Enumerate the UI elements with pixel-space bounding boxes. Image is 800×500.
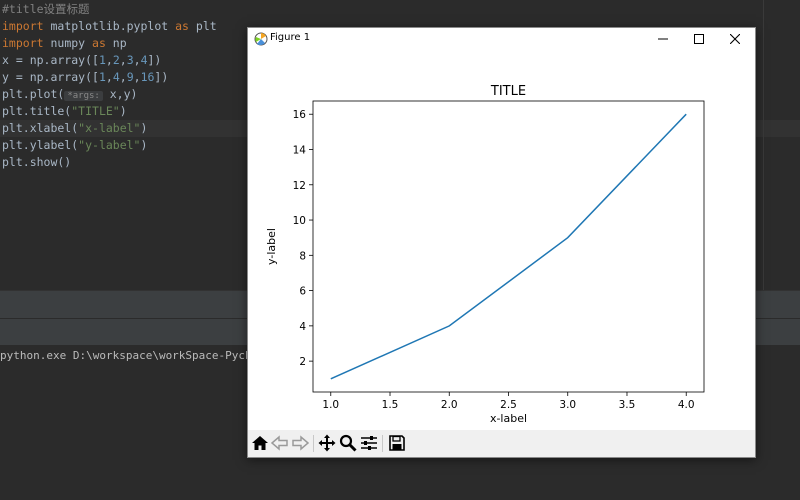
x-tick-label: 2.0 — [441, 399, 458, 411]
code-line-1[interactable]: #title设置标题 — [2, 1, 90, 18]
minimize-icon — [658, 38, 668, 40]
code-text: , — [119, 53, 127, 67]
x-tick-label: 4.0 — [678, 399, 695, 411]
chart-title: TITLE — [490, 84, 526, 99]
string-literal: "y-label" — [78, 138, 141, 152]
window-titlebar[interactable]: Figure 1 — [248, 28, 755, 50]
number: 1 — [98, 70, 106, 84]
toolbar-separator — [313, 435, 314, 452]
back-icon[interactable] — [271, 434, 289, 452]
y-tick-label: 14 — [293, 145, 307, 157]
code-text: , — [133, 70, 141, 84]
configure-icon[interactable] — [360, 434, 378, 452]
toolbar-separator — [382, 435, 383, 452]
code-line-7[interactable]: plt.title("TITLE") — [2, 103, 127, 120]
number: 1 — [98, 53, 106, 67]
string-literal: "x-label" — [78, 121, 141, 135]
console-output: python.exe D:\workspace\workSpace-Pycha — [0, 349, 259, 362]
keyword: as — [92, 36, 106, 50]
window-title: Figure 1 — [270, 32, 311, 43]
code-text: ) — [119, 104, 127, 118]
y-tick-label: 4 — [299, 321, 306, 333]
zoom-icon[interactable] — [339, 434, 357, 452]
code-line-5[interactable]: y = np.array([1,4,9,16]) — [2, 69, 168, 86]
code-text: plt.xlabel( — [2, 121, 79, 135]
x-tick-label: 2.5 — [500, 399, 517, 411]
y-tick-label: 16 — [293, 109, 307, 121]
number: 4 — [140, 53, 148, 67]
forward-icon[interactable] — [291, 434, 309, 452]
alias: plt — [188, 19, 217, 33]
home-icon[interactable] — [251, 434, 269, 452]
code-text: plt.plot( — [2, 87, 65, 101]
number: 9 — [126, 70, 134, 84]
code-text: x,y) — [102, 87, 138, 101]
keyword: import — [2, 19, 44, 33]
axes-frame — [312, 100, 705, 393]
code-text: , — [133, 53, 141, 67]
keyword: import — [2, 36, 44, 50]
plot-canvas[interactable]: 1.0 1.5 2.0 2.5 3.0 3.5 4.0 2 4 6 8 10 12 14 16 TITLE… — [248, 50, 755, 430]
matplotlib-logo-icon — [254, 32, 268, 46]
code-text: ]) — [147, 53, 162, 67]
code-text: ]) — [154, 70, 169, 84]
maximize-icon — [694, 34, 704, 44]
figure-toolbar — [248, 430, 755, 457]
y-tick-label: 10 — [293, 215, 306, 227]
code-text: , — [119, 70, 127, 84]
chart-svg: 1.0 1.5 2.0 2.5 3.0 3.5 4.0 2 4 6 8 10 12 14 16 TITLE… — [265, 84, 705, 425]
module-name: matplotlib.pyplot — [43, 19, 176, 33]
save-icon[interactable] — [388, 434, 406, 452]
comment-text: #title设置标题 — [2, 2, 90, 16]
keyword: as — [175, 19, 189, 33]
code-line-4[interactable]: x = np.array([1,2,3,4]) — [2, 52, 161, 69]
alias: np — [105, 36, 127, 50]
code-line-3[interactable]: import numpy as np — [2, 35, 127, 52]
y-tick-label: 12 — [293, 180, 306, 192]
code-text: ) — [140, 121, 148, 135]
string-literal: "TITLE" — [71, 104, 120, 118]
code-text: plt.ylabel( — [2, 138, 79, 152]
x-ticks: 1.0 1.5 2.0 2.5 3.0 3.5 4.0 — [322, 392, 695, 411]
minimize-button[interactable] — [645, 28, 681, 50]
y-ticks: 2 4 6 8 10 12 14 16 — [293, 109, 313, 368]
close-icon — [730, 34, 740, 44]
code-text: ) — [140, 138, 148, 152]
figure-window[interactable]: Figure 1 1.0 1.5 2.0 2.5 3.0 3.5 4.0 2 4 6 8 10 12 1… — [247, 27, 756, 458]
code-text: plt.title( — [2, 104, 72, 118]
right-margin-guide — [763, 0, 764, 290]
code-text: y = np.array([ — [2, 70, 99, 84]
y-tick-label: 8 — [299, 250, 306, 262]
parameter-hint: *args: — [64, 91, 103, 101]
module-name: numpy — [43, 36, 93, 50]
code-line-9[interactable]: plt.ylabel("y-label") — [2, 137, 147, 154]
number: 2 — [112, 53, 120, 67]
series-line — [330, 113, 687, 380]
code-line-10[interactable]: plt.show() — [2, 154, 71, 171]
x-tick-label: 1.0 — [322, 399, 339, 411]
number: 3 — [126, 53, 134, 67]
code-line-6[interactable]: plt.plot(*args: x,y) — [2, 86, 137, 103]
code-text: x = np.array([ — [2, 53, 99, 67]
x-tick-label: 3.0 — [559, 399, 576, 411]
code-line-2[interactable]: import matplotlib.pyplot as plt — [2, 18, 217, 35]
y-tick-label: 6 — [299, 286, 306, 298]
x-axis-label: x-label — [490, 412, 527, 425]
code-text: plt.show() — [2, 155, 72, 169]
x-tick-label: 1.5 — [382, 399, 399, 411]
code-line-8[interactable]: plt.xlabel("x-label") — [2, 120, 147, 137]
code-text: , — [105, 70, 113, 84]
number: 16 — [140, 70, 155, 84]
x-tick-label: 3.5 — [619, 399, 636, 411]
number: 4 — [112, 70, 120, 84]
y-tick-label: 2 — [299, 356, 306, 368]
close-button[interactable] — [717, 28, 753, 50]
pan-icon[interactable] — [318, 434, 336, 452]
maximize-button[interactable] — [681, 28, 717, 50]
y-axis-label: y-label — [265, 228, 278, 265]
code-text: , — [105, 53, 113, 67]
